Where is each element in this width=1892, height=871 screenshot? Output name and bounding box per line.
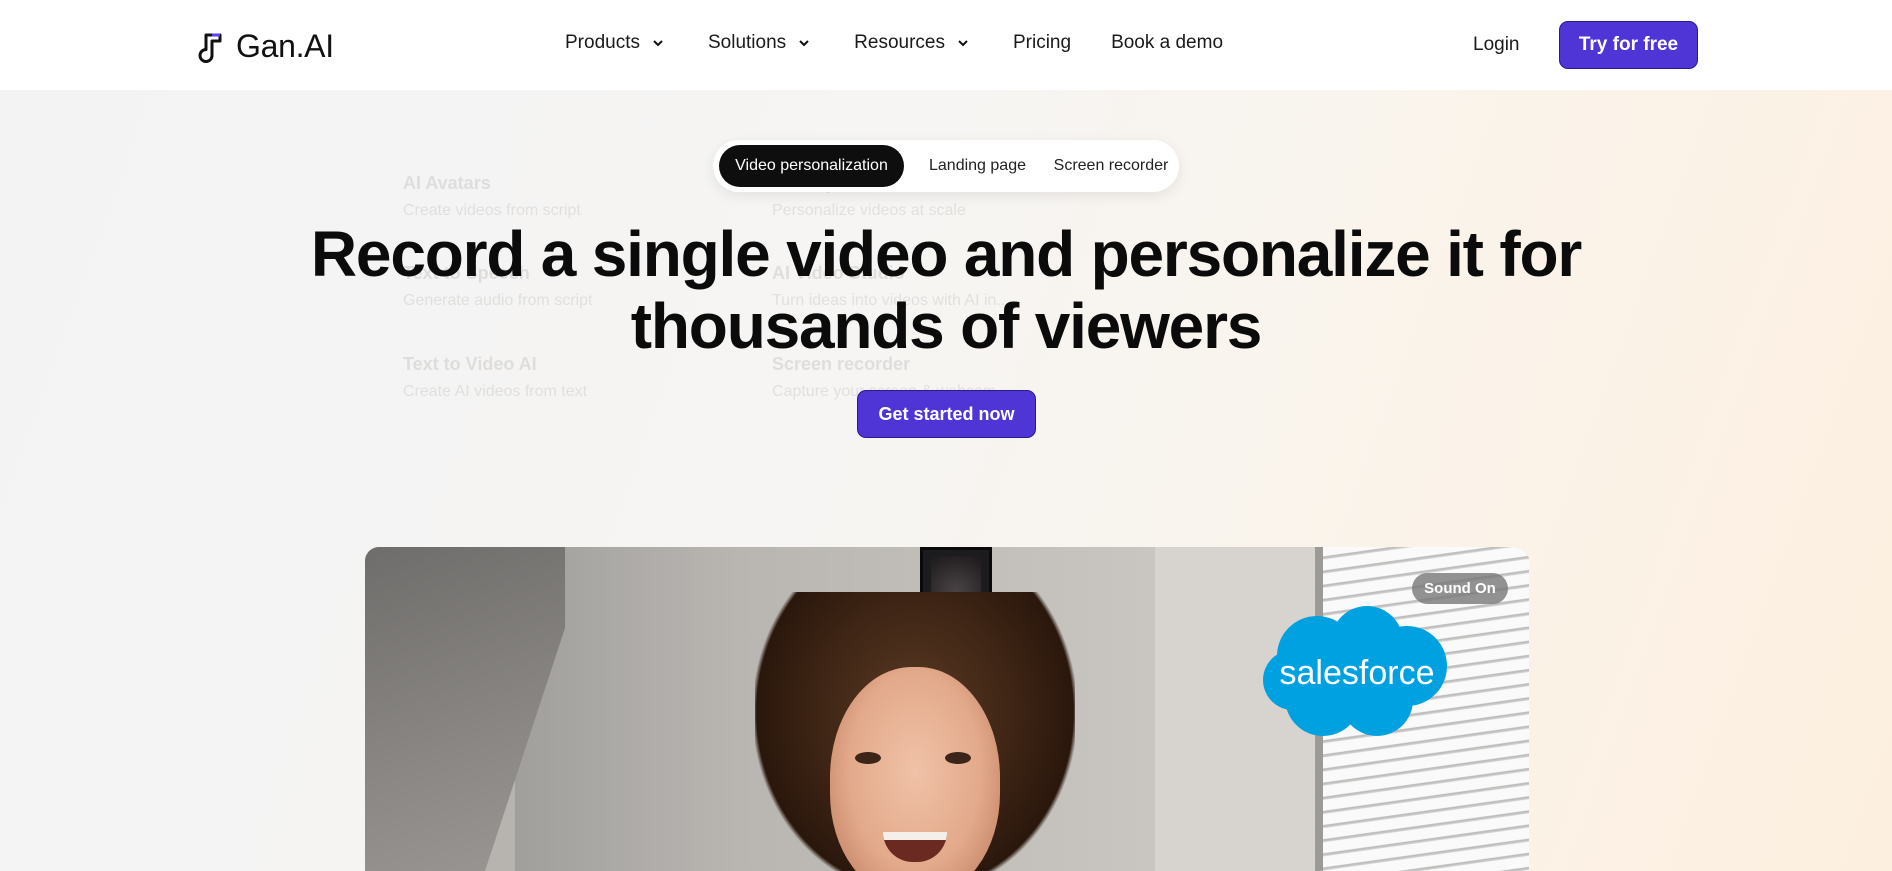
hero-headline-line1: Record a single video and personalize it… [310,218,1582,290]
ghost-menu-title: AI Avatars [403,173,491,193]
nav-resources-label: Resources [854,32,945,53]
nav-pricing[interactable]: Pricing [1013,32,1071,54]
salesforce-logo: salesforce [1263,606,1447,736]
nav-products[interactable]: Products [565,32,664,54]
demo-video[interactable]: salesforce Sound On [365,547,1529,871]
ghost-menu-item: AI Avatars Create videos from script [403,173,581,220]
nav-solutions[interactable]: Solutions [708,32,810,54]
hero-headline: Record a single video and personalize it… [0,218,1892,362]
presenter-eye-right [945,752,971,764]
tab-screen-recorder[interactable]: Screen recorder [1047,145,1175,187]
tab-video-personalization[interactable]: Video personalization [719,145,904,187]
salesforce-logo-text: salesforce [1280,654,1435,692]
use-case-tabs: Video personalization Landing page Scree… [713,140,1179,192]
presenter-eye-left [855,752,881,764]
get-started-button[interactable]: Get started now [857,390,1036,438]
chevron-down-icon [653,40,663,47]
nav-solutions-label: Solutions [707,32,787,53]
login-link[interactable]: Login [1473,34,1520,56]
tab-landing-page[interactable]: Landing page [912,145,1043,187]
logo-text: Gan.AI [236,28,334,64]
main-nav: Products Solutions Resources Pricing Boo… [565,32,1223,54]
hero-headline-line2: thousands of viewers [630,290,1263,362]
chevron-down-icon [799,40,809,47]
gan-ai-logo-icon [198,33,222,63]
ghost-menu-subtitle: Create AI videos from text [403,383,588,400]
logo[interactable]: Gan.AI [196,28,334,65]
sound-on-toggle[interactable]: Sound On [1412,573,1508,604]
try-for-free-button[interactable]: Try for free [1559,21,1698,69]
nav-products-label: Products [565,32,640,53]
chevron-down-icon [958,40,968,47]
nav-book-demo[interactable]: Book a demo [1111,32,1223,54]
nav-resources[interactable]: Resources [854,32,969,54]
top-navbar: Gan.AI Products Solutions Resources Pric… [0,0,1892,90]
